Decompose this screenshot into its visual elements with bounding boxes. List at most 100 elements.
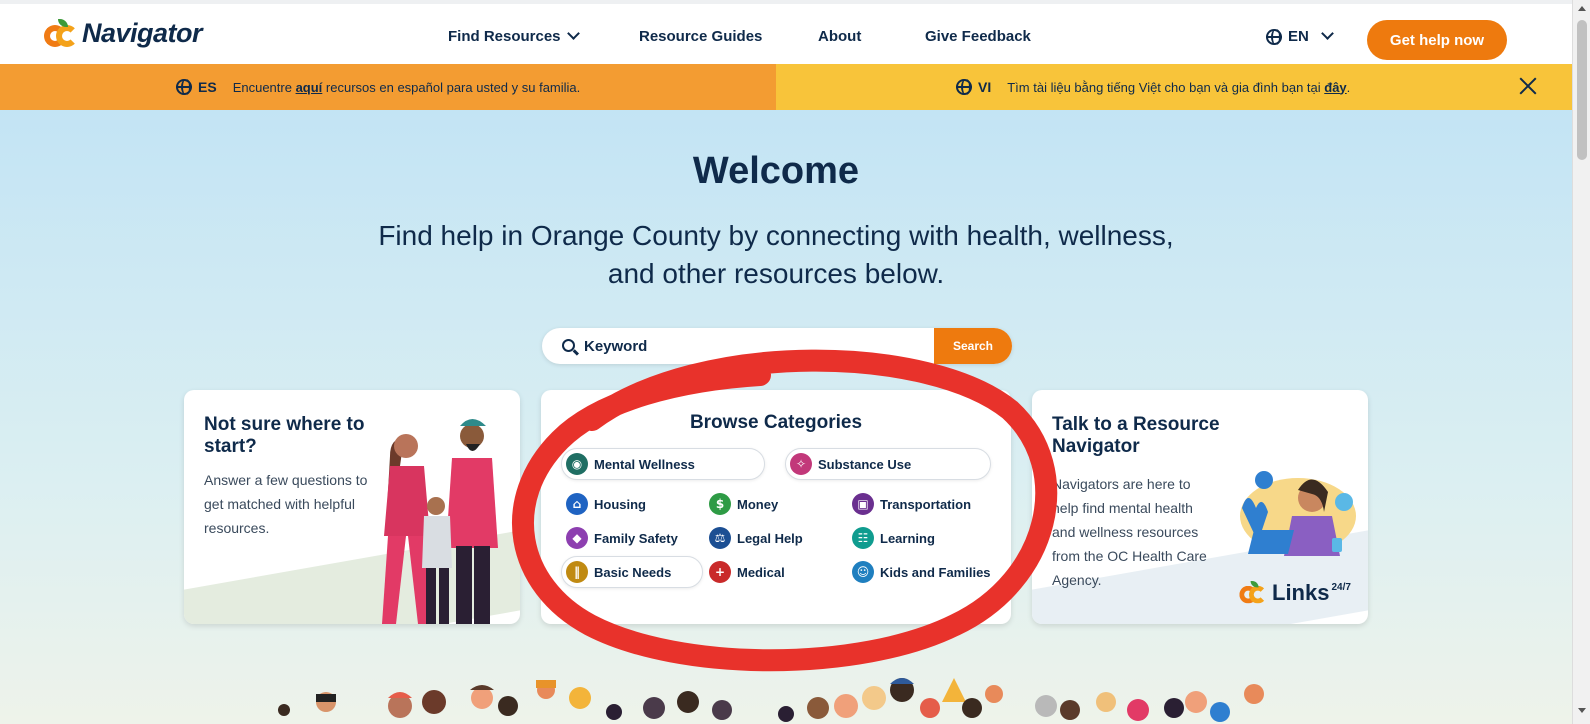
- resource-navigator-card-body-line: help find mental health: [1052, 500, 1193, 516]
- category-label: Family Safety: [594, 530, 678, 546]
- nav-give-feedback[interactable]: Give Feedback: [925, 28, 1031, 45]
- globe-icon: [176, 79, 192, 95]
- category-learning[interactable]: ☷ Learning: [852, 527, 935, 549]
- questionnaire-card-body-line: Answer a few questions to: [204, 472, 368, 488]
- house-icon: ⌂: [566, 493, 588, 515]
- resource-navigator-card-body-line: and wellness resources: [1052, 524, 1199, 540]
- category-label: Kids and Families: [880, 564, 991, 580]
- banner-vi-text-after: .: [1346, 79, 1351, 95]
- globe-icon: [956, 79, 972, 95]
- category-label: Transportation: [880, 496, 972, 512]
- close-banner-icon[interactable]: [1518, 76, 1538, 96]
- category-label: Basic Needs: [594, 564, 672, 580]
- category-kids-and-families[interactable]: ☺ Kids and Families: [852, 561, 991, 583]
- oc-links-superscript: 24/7: [1331, 581, 1351, 593]
- resource-navigator-card-body-line: Navigators are here to: [1052, 476, 1191, 492]
- dollar-icon: $: [709, 493, 731, 515]
- search-button[interactable]: Search: [934, 328, 1012, 364]
- category-housing[interactable]: ⌂ Housing: [566, 493, 646, 515]
- nav-about[interactable]: About: [818, 28, 861, 45]
- questionnaire-card-body-line: resources.: [204, 520, 270, 536]
- banner-es-text: Encuentre aquí recursos en español para …: [233, 80, 581, 95]
- navigator-headset-illustration: [1240, 471, 1356, 556]
- oc-links-logo: Links 24/7: [1236, 578, 1351, 608]
- category-substance-use[interactable]: ✧ Substance Use: [790, 453, 911, 475]
- questionnaire-card[interactable]: Not sure where to start? Answer a few qu…: [184, 390, 520, 624]
- category-legal-help[interactable]: ⚖ Legal Help: [709, 527, 803, 549]
- language-code: EN: [1288, 28, 1309, 45]
- nav-find-resources[interactable]: Find Resources: [448, 27, 580, 45]
- scroll-down-arrow-icon[interactable]: [1578, 708, 1586, 713]
- questionnaire-card-body: Answer a few questions to get matched wi…: [204, 468, 367, 540]
- scrollbar-thumb[interactable]: [1577, 20, 1587, 160]
- hero-subtitle: Find help in Orange County by connecting…: [376, 217, 1176, 293]
- resource-navigator-card[interactable]: Talk to a Resource Navigator Navigators …: [1032, 390, 1368, 624]
- category-mental-wellness[interactable]: ◉ Mental Wellness: [566, 453, 695, 475]
- globe-icon: [1266, 28, 1282, 45]
- oc-logo-icon: [44, 18, 78, 49]
- resource-navigator-card-title: Talk to a Resource Navigator: [1052, 414, 1220, 458]
- banner-es-link[interactable]: aquí: [296, 80, 323, 95]
- family-illustration: [382, 419, 498, 624]
- resource-navigator-card-title-line1: Talk to a Resource: [1052, 414, 1220, 435]
- category-label: Substance Use: [818, 456, 912, 472]
- chevron-down-icon: [1320, 27, 1334, 40]
- pills-icon: ✧: [790, 453, 812, 475]
- head-icon: ◉: [566, 453, 588, 475]
- banner-es-text-before: Encuentre: [232, 79, 296, 95]
- category-label: Mental Wellness: [594, 456, 695, 472]
- questionnaire-card-title-line1: Not sure where to: [204, 414, 365, 435]
- category-label: Learning: [880, 530, 935, 546]
- scales-icon: ⚖: [709, 527, 731, 549]
- questionnaire-card-body-line: get matched with helpful: [204, 496, 355, 512]
- banner-vi-link[interactable]: đây: [1324, 80, 1346, 95]
- hero-subtitle-line1: Find help in Orange County by connecting…: [378, 220, 1174, 251]
- cross-icon: +: [709, 561, 731, 583]
- banner-vi-code: VI: [978, 79, 992, 95]
- bus-icon: ▣: [852, 493, 874, 515]
- banner-vi-text: Tìm tài liệu bằng tiếng Việt cho bạn và …: [1007, 80, 1350, 95]
- questionnaire-card-title: Not sure where to start?: [204, 414, 364, 458]
- banner-vi-text-before: Tìm tài liệu bằng tiếng Việt cho bạn và …: [1007, 79, 1325, 95]
- browse-categories-card: Browse Categories ◉ Mental Wellness ✧ Su…: [541, 390, 1011, 624]
- search-bar: Search: [542, 328, 1012, 364]
- questionnaire-card-title-line2: start?: [204, 436, 257, 457]
- category-money[interactable]: $ Money: [709, 493, 778, 515]
- category-label: Legal Help: [737, 530, 803, 546]
- oc-navigator-logo[interactable]: Navigator: [44, 18, 203, 49]
- logo-text: Navigator: [82, 18, 203, 48]
- vertical-scrollbar[interactable]: [1572, 0, 1590, 724]
- language-selector[interactable]: EN: [1266, 27, 1334, 45]
- category-label: Medical: [737, 564, 785, 580]
- get-help-now-button[interactable]: Get help now: [1367, 20, 1507, 60]
- page-title: Welcome: [692, 150, 860, 192]
- hero-subtitle-line2: and other resources below.: [607, 258, 945, 289]
- resource-navigator-card-body: Navigators are here to help find mental …: [1052, 472, 1207, 592]
- child-icon: ☺: [852, 561, 874, 583]
- banner-es-text-after: recursos en español para usted y su fami…: [322, 79, 581, 95]
- category-family-safety[interactable]: ◆ Family Safety: [566, 527, 678, 549]
- category-label: Money: [737, 496, 779, 512]
- category-transportation[interactable]: ▣ Transportation: [852, 493, 971, 515]
- people-crowd-illustration: [278, 678, 1264, 722]
- oc-logo-icon: [1239, 581, 1267, 605]
- chevron-down-icon: [566, 27, 580, 40]
- book-icon: ☷: [852, 527, 874, 549]
- oc-links-text: Links: [1272, 580, 1330, 605]
- top-navigation-bar: Navigator Find Resources Resource Guides…: [0, 0, 1572, 64]
- utensils-icon: ‖: [566, 561, 588, 583]
- browse-categories-title: Browse Categories: [689, 412, 863, 433]
- spanish-banner: ES Encuentre aquí recursos en español pa…: [0, 64, 776, 110]
- category-medical[interactable]: + Medical: [709, 561, 785, 583]
- vietnamese-banner: VI Tìm tài liệu bằng tiếng Việt cho bạn …: [776, 64, 1572, 110]
- category-label: Housing: [594, 496, 646, 512]
- resource-navigator-card-title-line2: Navigator: [1052, 436, 1140, 457]
- nav-find-resources-label: Find Resources: [448, 28, 561, 45]
- search-input[interactable]: [584, 336, 964, 356]
- scroll-up-arrow-icon[interactable]: [1578, 6, 1586, 11]
- shield-icon: ◆: [566, 527, 588, 549]
- category-basic-needs[interactable]: ‖ Basic Needs: [566, 561, 671, 583]
- nav-resource-guides[interactable]: Resource Guides: [639, 28, 762, 45]
- resource-navigator-card-body-line: from the OC Health Care: [1052, 548, 1207, 564]
- banner-es-code: ES: [198, 79, 217, 95]
